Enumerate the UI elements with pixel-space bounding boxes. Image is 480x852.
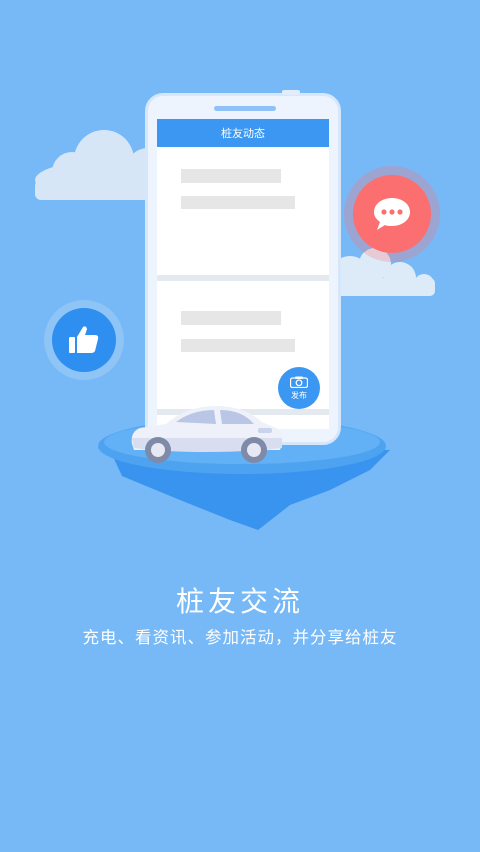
onboarding-illustration: 桩友动态 发布: [0, 0, 480, 560]
phone-screen: 桩友动态 发布: [157, 119, 329, 429]
placeholder-line: [181, 339, 295, 352]
phone-speaker: [214, 106, 276, 111]
onboarding-subtitle: 充电、看资讯、参加活动，并分享给桩友: [82, 628, 398, 647]
placeholder-line: [181, 169, 281, 183]
thumbs-up-icon: [69, 326, 99, 353]
phone-side-button: [282, 90, 300, 95]
placeholder-line: [181, 196, 295, 209]
onboarding-title: 桩友交流: [175, 585, 304, 618]
car-illustration: [131, 406, 283, 463]
thumbs-up-badge: [44, 300, 124, 380]
phone-mockup: 桩友动态 发布: [145, 90, 341, 445]
chat-bubble-badge: [344, 166, 440, 262]
publish-label: 发布: [291, 390, 307, 400]
feed-post: [157, 147, 329, 281]
placeholder-line: [181, 311, 281, 325]
chat-bubble-icon: [374, 198, 410, 230]
screen-header-title: 桩友动态: [157, 119, 329, 147]
camera-icon: [290, 376, 308, 388]
